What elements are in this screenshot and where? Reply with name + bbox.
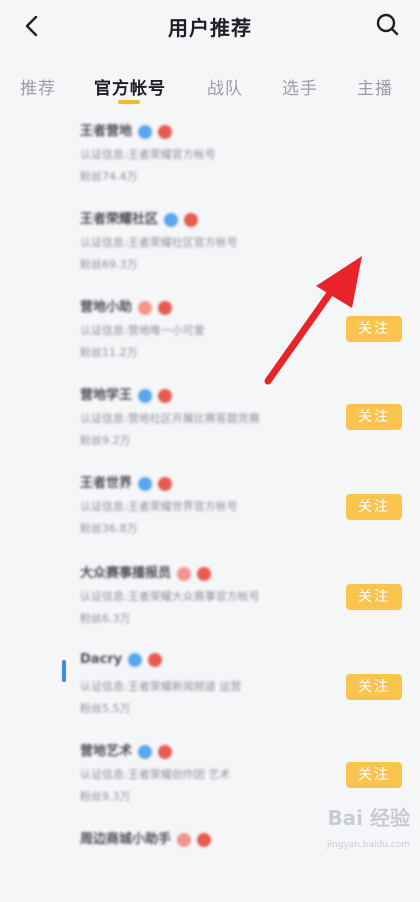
list-item[interactable]: 大众赛事播报员 认证信息:王者荣耀大众赛事官方帐号 粉丝6.3万 关注 — [0, 550, 420, 636]
tab-streamers[interactable]: 主播 — [357, 74, 393, 99]
official-badge-icon — [177, 832, 192, 847]
account-name: 王者荣耀社区 — [80, 208, 199, 227]
verified-badge-icon — [138, 124, 153, 139]
verified-badge-icon — [164, 212, 179, 227]
category-tabs: 推荐 官方帐号 战队 选手 主播 — [0, 66, 420, 110]
avatar — [62, 660, 66, 682]
tab-recommend[interactable]: 推荐 — [20, 74, 56, 99]
official-badge-icon — [197, 566, 212, 581]
list-item[interactable]: 营地学王 认证信息:营地社区开展比赛答题竞赛 粉丝9.2万 关注 — [0, 372, 420, 458]
official-badge-icon — [197, 832, 212, 847]
follow-button[interactable]: 关注 — [346, 762, 402, 788]
official-badge-icon — [184, 212, 199, 227]
page-title: 用户推荐 — [168, 16, 252, 40]
fan-count: 粉丝74.4万 — [80, 170, 138, 183]
official-badge-icon — [158, 476, 173, 491]
account-desc: 认证信息:营地唯一小可爱 — [80, 324, 205, 337]
account-name: 营地学王 — [80, 384, 173, 403]
official-badge-icon — [158, 124, 173, 139]
verified-badge-icon — [138, 476, 153, 491]
list-item[interactable]: 王者营地 认证信息:王者荣耀官方帐号 粉丝74.4万 — [0, 108, 420, 194]
account-name: 营地小助 — [80, 296, 173, 315]
fan-count: 粉丝69.3万 — [80, 258, 138, 271]
fan-count: 粉丝11.2万 — [80, 346, 138, 359]
watermark-url: jingyan.baidu.com — [326, 840, 410, 850]
account-desc: 认证信息:王者荣耀官方帐号 — [80, 148, 216, 161]
list-item[interactable]: 营地小助 认证信息:营地唯一小可爱 粉丝11.2万 — [0, 284, 420, 370]
official-badge-icon — [148, 652, 163, 667]
account-name: 王者营地 — [80, 120, 173, 139]
account-desc: 认证信息:王者荣耀世界官方帐号 — [80, 500, 238, 513]
tab-teams[interactable]: 战队 — [207, 74, 243, 99]
fan-count: 粉丝9.3万 — [80, 790, 131, 803]
fan-count: 粉丝9.2万 — [80, 434, 131, 447]
fan-count: 粉丝5.5万 — [80, 702, 131, 715]
search-icon — [376, 13, 399, 36]
follow-button[interactable]: 关注 — [346, 494, 402, 520]
list-item[interactable]: Dacry 认证信息:王者荣耀新闻频道 运营 粉丝5.5万 关注 — [0, 640, 420, 726]
follow-button[interactable]: 关注 — [346, 584, 402, 610]
account-name: 营地艺术 — [80, 740, 173, 759]
fan-count: 粉丝6.3万 — [80, 612, 131, 625]
official-badge-icon — [158, 388, 173, 403]
fan-count: 粉丝36.8万 — [80, 522, 138, 535]
account-name: 周边商城小助手 — [80, 828, 212, 847]
account-desc: 认证信息:王者荣耀创作团 艺术 — [80, 768, 231, 781]
list-item[interactable]: 王者荣耀社区 认证信息:王者荣耀社区官方帐号 粉丝69.3万 关注 — [0, 196, 420, 342]
watermark: Bai 经验 jingyan.baidu.com — [290, 802, 410, 852]
account-name: 大众赛事播报员 — [80, 562, 212, 581]
account-desc: 认证信息:营地社区开展比赛答题竞赛 — [80, 412, 260, 425]
account-desc: 认证信息:王者荣耀社区官方帐号 — [80, 236, 238, 249]
official-badge-icon — [138, 300, 153, 315]
tab-players[interactable]: 选手 — [282, 74, 318, 99]
official-badge-icon — [177, 566, 192, 581]
list-item[interactable]: 王者世界 认证信息:王者荣耀世界官方帐号 粉丝36.8万 关注 — [0, 460, 420, 546]
watermark-logo: Bai 经验 — [327, 806, 410, 830]
active-tab-indicator — [118, 100, 140, 104]
search-button[interactable] — [374, 11, 402, 39]
verified-badge-icon — [138, 388, 153, 403]
follow-button[interactable]: 关注 — [346, 674, 402, 700]
tab-official-accounts[interactable]: 官方帐号 — [94, 74, 166, 99]
official-badge-icon — [158, 744, 173, 759]
account-desc: 认证信息:王者荣耀新闻频道 运营 — [80, 680, 242, 693]
verified-badge-icon — [128, 652, 143, 667]
account-name: 王者世界 — [80, 472, 173, 491]
verified-badge-icon — [138, 744, 153, 759]
top-bar: 用户推荐 — [0, 0, 420, 56]
account-desc: 认证信息:王者荣耀大众赛事官方帐号 — [80, 590, 260, 603]
follow-button[interactable]: 关注 — [346, 404, 402, 430]
account-name: Dacry — [80, 652, 163, 667]
official-badge-icon — [158, 300, 173, 315]
